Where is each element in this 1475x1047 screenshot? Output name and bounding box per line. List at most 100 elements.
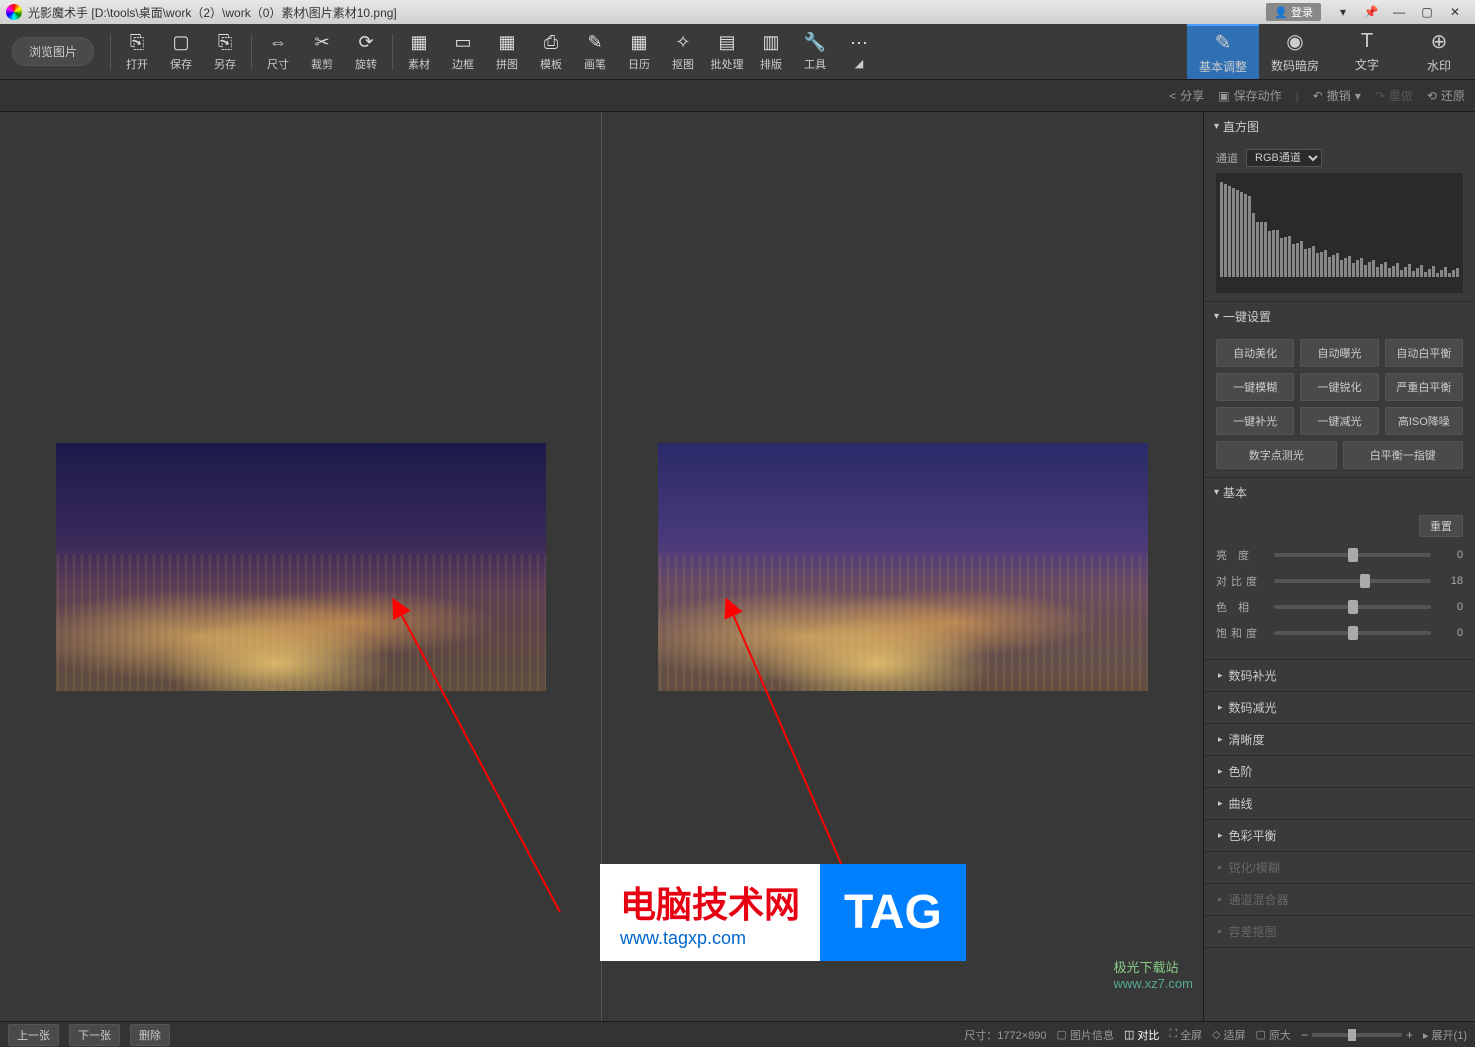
tool-icon: ⎘: [218, 32, 232, 53]
zoom-slider[interactable]: − +: [1301, 1028, 1413, 1042]
expand-button[interactable]: ▸ 展开(1): [1423, 1027, 1467, 1043]
channel-selector: 通道 RGB通道: [1216, 149, 1463, 167]
section-数码减光[interactable]: ▸数码减光: [1204, 692, 1475, 724]
tool-素材[interactable]: ▦素材: [397, 24, 441, 79]
slider-track[interactable]: [1274, 553, 1431, 557]
original-size-button[interactable]: ▢ 原大: [1256, 1027, 1291, 1043]
window-title: 光影魔术手 [D:\tools\桌面\work（2）\work（0）素材\图片素…: [28, 4, 1266, 21]
tool-拼图[interactable]: ▦拼图: [485, 24, 529, 79]
tool-打开[interactable]: ⎘打开: [115, 24, 159, 79]
rtab-icon: ◉: [1286, 29, 1303, 54]
restore-button[interactable]: ⟲ 还原: [1427, 87, 1465, 104]
login-button[interactable]: 👤 登录: [1266, 3, 1321, 21]
channel-select[interactable]: RGB通道: [1246, 149, 1322, 167]
section-清晰度[interactable]: ▸清晰度: [1204, 724, 1475, 756]
tool-旋转[interactable]: ⟳旋转: [344, 24, 388, 79]
slider-thumb[interactable]: [1348, 600, 1358, 614]
rtab-文字[interactable]: T文字: [1331, 24, 1403, 79]
tool-label: 边框: [452, 56, 474, 72]
section-数码补光[interactable]: ▸数码补光: [1204, 660, 1475, 692]
tool-label: 拼图: [496, 56, 518, 72]
section-容差抠图[interactable]: ▸容差抠图: [1204, 916, 1475, 948]
oneclick-高ISO降噪[interactable]: 高ISO降噪: [1385, 407, 1463, 435]
tool-尺寸[interactable]: ⇔尺寸: [256, 24, 300, 79]
prev-button[interactable]: 上一张: [8, 1024, 59, 1046]
fit-button[interactable]: ◇ 适屏: [1212, 1027, 1245, 1043]
oneclick-一键模糊[interactable]: 一键模糊: [1216, 373, 1294, 401]
tool-边框[interactable]: ▭边框: [441, 24, 485, 79]
slider-thumb[interactable]: [1348, 548, 1358, 562]
canvas-left[interactable]: [0, 112, 601, 1021]
slider-track[interactable]: [1274, 605, 1431, 609]
maximize-icon[interactable]: ▢: [1413, 2, 1441, 22]
separator: [110, 34, 111, 70]
oneclick-一键减光[interactable]: 一键减光: [1300, 407, 1378, 435]
tool-icon: ▤: [719, 32, 736, 53]
tool-label: 日历: [628, 56, 650, 72]
share-button[interactable]: < 分享: [1169, 87, 1204, 104]
tool-label: 工具: [804, 56, 826, 72]
tool-保存[interactable]: ▢保存: [159, 24, 203, 79]
undo-button[interactable]: ↶ 撤销 ▾: [1313, 87, 1361, 104]
oneclick-一键补光[interactable]: 一键补光: [1216, 407, 1294, 435]
tool-label: 另存: [214, 56, 236, 72]
oneclick-自动美化[interactable]: 自动美化: [1216, 339, 1294, 367]
rtab-水印[interactable]: ⊕水印: [1403, 24, 1475, 79]
oneclick-严重白平衡[interactable]: 严重白平衡: [1385, 373, 1463, 401]
fullscreen-button[interactable]: ⛶ 全屏: [1169, 1027, 1202, 1043]
tool-批处理[interactable]: ▤批处理: [705, 24, 749, 79]
section-曲线[interactable]: ▸曲线: [1204, 788, 1475, 820]
histogram-section: ▾直方图 通道 RGB通道: [1204, 112, 1475, 302]
pin-icon[interactable]: 📌: [1357, 2, 1385, 22]
oneclick-自动白平衡[interactable]: 自动白平衡: [1385, 339, 1463, 367]
slider-label: 对比度: [1216, 573, 1266, 589]
tool-另存[interactable]: ⎘ 另存: [203, 24, 247, 79]
next-button[interactable]: 下一张: [69, 1024, 120, 1046]
compare-button[interactable]: ◫ 对比: [1124, 1027, 1159, 1043]
tool-label: 画笔: [584, 56, 606, 72]
slider-track[interactable]: [1274, 579, 1431, 583]
tool-抠图[interactable]: ✧抠图: [661, 24, 705, 79]
delete-button[interactable]: 删除: [130, 1024, 170, 1046]
oneclick-自动曝光[interactable]: 自动曝光: [1300, 339, 1378, 367]
browse-button[interactable]: 浏览图片: [12, 37, 94, 66]
chevron-right-icon: ▸: [1218, 830, 1223, 841]
rtab-基本调整[interactable]: ✎基本调整: [1187, 24, 1259, 79]
image-info-button[interactable]: ▢ 图片信息: [1057, 1027, 1114, 1043]
tool-日历[interactable]: ▦日历: [617, 24, 661, 79]
tool-排版[interactable]: ▥排版: [749, 24, 793, 79]
chevron-down-icon: ▾: [1214, 487, 1219, 498]
oneclick-一键锐化[interactable]: 一键锐化: [1300, 373, 1378, 401]
minimize-icon[interactable]: —: [1385, 2, 1413, 22]
slider-track[interactable]: [1274, 631, 1431, 635]
close-icon[interactable]: ✕: [1441, 2, 1469, 22]
bottom-bar: 上一张 下一张 删除 尺寸：1772×890 ▢ 图片信息 ◫ 对比 ⛶ 全屏 …: [0, 1021, 1475, 1047]
tool-label: 旋转: [355, 56, 377, 72]
rtab-数码暗房[interactable]: ◉数码暗房: [1259, 24, 1331, 79]
tool-工具[interactable]: 🔧工具: [793, 24, 837, 79]
histogram-header[interactable]: ▾直方图: [1204, 112, 1475, 141]
oneclick-白平衡一指键[interactable]: 白平衡一指键: [1343, 441, 1464, 469]
oneclick-header[interactable]: ▾一键设置: [1204, 302, 1475, 331]
reset-button[interactable]: 重置: [1419, 515, 1463, 537]
more-button[interactable]: ⋯◢: [837, 24, 881, 79]
save-action-button[interactable]: ▣ 保存动作: [1218, 87, 1281, 104]
section-锐化/模糊[interactable]: ▸锐化/模糊: [1204, 852, 1475, 884]
slider-thumb[interactable]: [1348, 626, 1358, 640]
tool-模板[interactable]: ⎙模板: [529, 24, 573, 79]
redo-button[interactable]: ↷ 重做: [1375, 87, 1413, 104]
section-色阶[interactable]: ▸色阶: [1204, 756, 1475, 788]
dropdown-icon[interactable]: ▾: [1329, 2, 1357, 22]
section-色彩平衡[interactable]: ▸色彩平衡: [1204, 820, 1475, 852]
watermark-title: 电脑技术网: [620, 876, 800, 928]
tool-裁剪[interactable]: ✂裁剪: [300, 24, 344, 79]
slider-thumb[interactable]: [1360, 574, 1370, 588]
oneclick-数字点测光[interactable]: 数字点测光: [1216, 441, 1337, 469]
sliders-group: 亮 度 0对比度 18色 相 0饱和度 0: [1216, 547, 1463, 641]
section-通道混合器[interactable]: ▸通道混合器: [1204, 884, 1475, 916]
basic-header[interactable]: ▾基本: [1204, 478, 1475, 507]
tool-画笔[interactable]: ✎画笔: [573, 24, 617, 79]
chevron-right-icon: ▸: [1218, 670, 1223, 681]
chevron-right-icon: ▸: [1218, 862, 1223, 873]
tool-icon: ▢: [173, 32, 190, 53]
